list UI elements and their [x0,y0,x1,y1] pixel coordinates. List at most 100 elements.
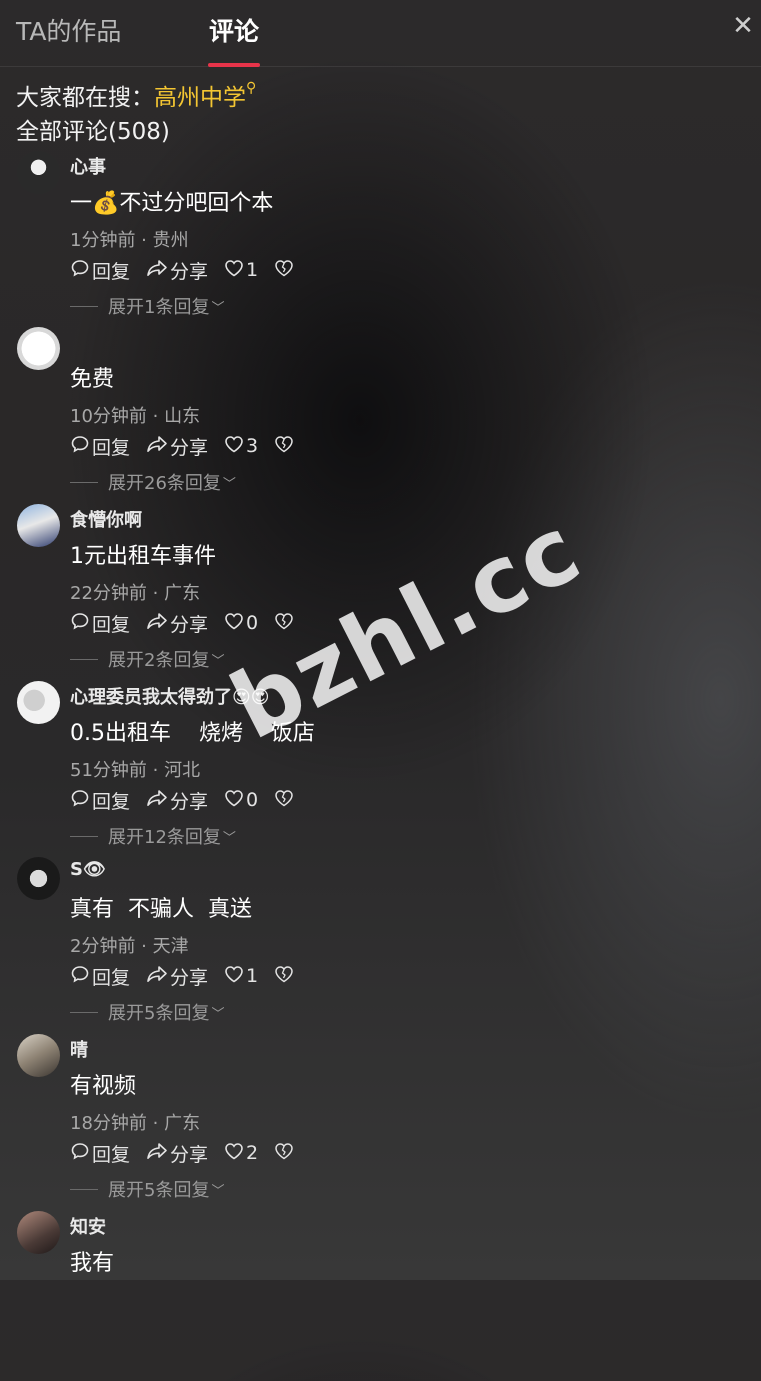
share-button[interactable]: 分享 [146,963,208,990]
heart-icon [224,612,246,635]
dislike-button[interactable] [274,789,296,812]
comment-item: S👁 真有 不骗人 真送 2分钟前 · 天津 回复 分享 1 展开5条回复 ﹀ [0,857,761,1027]
comment-text: 有视频 [70,1074,137,1099]
expand-replies-label: 展开26条回复 [108,473,221,494]
reply-label: 回复 [92,790,131,813]
comment-actions: 回复 分享 1 [70,257,312,283]
tab-comments[interactable]: 评论 [209,12,259,48]
comment-item: 免费 10分钟前 · 山东 回复 分享 3 展开26条回复 ﹀ [0,327,761,497]
reply-button[interactable]: 回复 [70,433,130,460]
comment-actions: 回复 分享 2 [70,1140,312,1166]
comment-username[interactable]: 心理委员我太得劲了😍😍 [70,683,270,709]
trending-search-term[interactable]: 高州中学 [154,85,246,111]
expand-replies-button[interactable]: 展开1条回复 ﹀ [70,293,224,319]
like-button[interactable]: 0 [224,789,258,812]
share-icon [146,1141,170,1166]
expand-replies-button[interactable]: 展开5条回复 ﹀ [70,1176,224,1202]
reply-button[interactable]: 回复 [70,787,130,814]
share-button[interactable]: 分享 [146,787,208,814]
divider [70,835,98,837]
avatar[interactable] [17,857,60,900]
comment-username[interactable]: 知安 [70,1213,106,1239]
comment-actions: 回复 分享 0 [70,787,312,813]
dislike-button[interactable] [274,965,296,988]
comment-actions: 回复 分享 1 [70,963,312,989]
share-icon [146,788,170,813]
reply-button[interactable]: 回复 [70,610,130,637]
share-icon [146,611,170,636]
expand-replies-button[interactable]: 展开12条回复 ﹀ [70,823,236,849]
expand-replies-label: 展开1条回复 [108,297,210,318]
broken-heart-icon [274,1142,296,1165]
comment-username[interactable]: S👁 [70,859,106,880]
expand-replies-label: 展开2条回复 [108,650,210,671]
heart-icon [224,965,246,988]
dislike-button[interactable] [274,259,296,282]
divider [70,1011,98,1013]
reply-button[interactable]: 回复 [70,963,130,990]
dislike-button[interactable] [274,1142,296,1165]
reply-icon [70,788,92,813]
comment-username[interactable]: 食懵你啊 [70,506,142,532]
reply-label: 回复 [92,1143,131,1166]
avatar[interactable] [17,327,60,370]
share-button[interactable]: 分享 [146,433,208,460]
heart-icon [224,435,246,458]
chevron-down-icon: ﹀ [211,653,225,669]
expand-replies-label: 展开5条回复 [108,1180,210,1201]
reply-button[interactable]: 回复 [70,1140,130,1167]
trending-search-prefix: 大家都在搜： [16,85,154,111]
share-button[interactable]: 分享 [146,1140,208,1167]
expand-replies-button[interactable]: 展开26条回复 ﹀ [70,469,236,495]
expand-replies-button[interactable]: 展开2条回复 ﹀ [70,646,224,672]
dislike-button[interactable] [274,435,296,458]
chevron-down-icon: ﹀ [211,300,225,316]
reply-button[interactable]: 回复 [70,257,130,284]
like-button[interactable]: 0 [224,612,258,635]
close-icon[interactable]: ✕ [729,12,757,40]
tab-works[interactable]: TA的作品 [16,12,121,48]
reply-icon [70,1141,92,1166]
avatar[interactable] [17,504,60,547]
chevron-down-icon: ﹀ [222,830,236,846]
expand-replies-label: 展开12条回复 [108,827,221,848]
reply-label: 回复 [92,260,131,283]
avatar[interactable] [17,1211,60,1254]
like-button[interactable]: 2 [224,1142,258,1165]
like-count: 0 [246,789,259,811]
avatar[interactable] [17,1034,60,1077]
share-button[interactable]: 分享 [146,257,208,284]
share-label: 分享 [170,436,209,459]
share-icon [146,258,170,283]
expand-replies-label: 展开5条回复 [108,1003,210,1024]
chevron-down-icon: ﹀ [222,476,236,492]
comment-text: 0.5出租车 烧烤 饭店 [70,721,315,746]
like-count: 2 [246,1142,259,1164]
dislike-button[interactable] [274,612,296,635]
comment-meta: 51分钟前 · 河北 [70,760,201,781]
divider [70,305,98,307]
comment-item: 晴有视频 18分钟前 · 广东 回复 分享 2 展开5条回复 ﹀ [0,1034,761,1204]
share-label: 分享 [170,260,209,283]
like-count: 0 [246,612,259,634]
like-button[interactable]: 1 [224,965,258,988]
avatar[interactable] [17,151,60,194]
comment-actions: 回复 分享 0 [70,610,312,636]
search-icon: ⚲ [246,80,257,96]
reply-icon [70,258,92,283]
avatar[interactable] [17,681,60,724]
share-icon [146,964,170,989]
expand-replies-button[interactable]: 展开5条回复 ﹀ [70,999,224,1025]
share-button[interactable]: 分享 [146,610,208,637]
chevron-down-icon: ﹀ [211,1183,225,1199]
divider [70,481,98,483]
comment-text: 真有 不骗人 真送 [70,897,252,922]
reply-label: 回复 [92,966,131,989]
like-button[interactable]: 3 [224,435,258,458]
comment-username[interactable]: 心事 [70,153,106,179]
like-button[interactable]: 1 [224,259,258,282]
comment-count: 全部评论(508) [16,119,170,145]
comment-username[interactable]: 晴 [70,1036,88,1062]
share-label: 分享 [170,613,209,636]
comment-text: 我有 [70,1251,115,1276]
